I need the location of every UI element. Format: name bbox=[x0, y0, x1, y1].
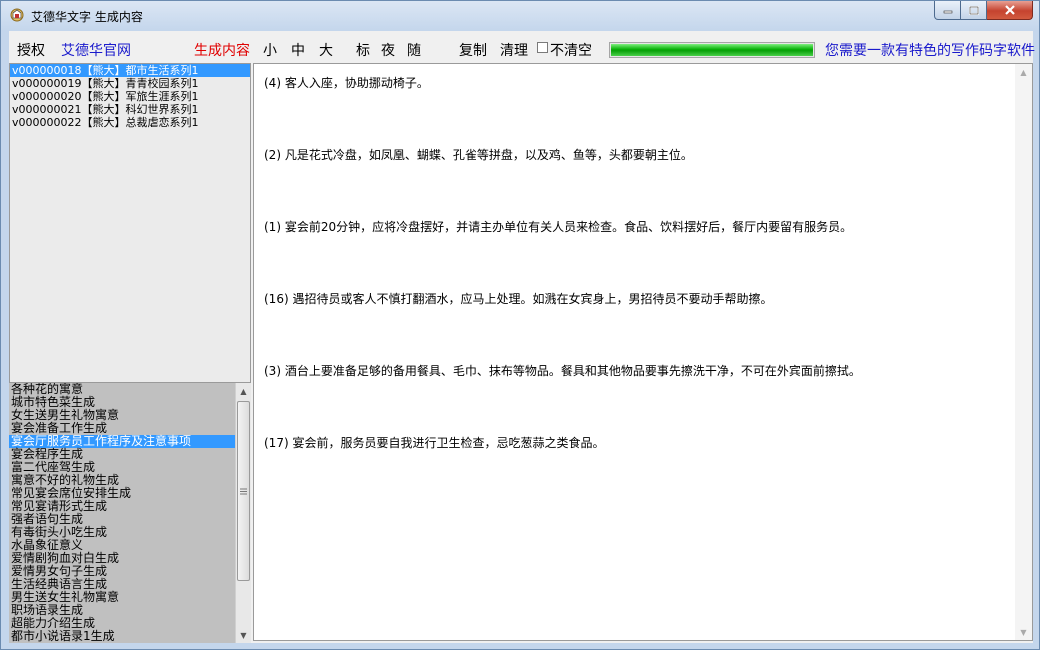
topic-item[interactable]: 都市小说语录1生成 bbox=[9, 630, 235, 643]
series-item[interactable]: v000000020【熊大】军旅生涯系列1 bbox=[10, 90, 250, 103]
slogan-link[interactable]: 您需要一款有特色的写作码字软件 bbox=[825, 40, 1035, 60]
content-scroll-up-icon[interactable]: ▲ bbox=[1015, 64, 1032, 80]
clear-button[interactable]: 清理 bbox=[500, 40, 528, 60]
title-bar[interactable]: 艾德华文字 生成内容 bbox=[1, 1, 1039, 29]
progress-fill bbox=[611, 44, 813, 56]
series-item[interactable]: v000000021【熊大】科幻世界系列1 bbox=[10, 103, 250, 116]
content-paragraph: (17) 宴会前，服务员要自我进行卫生检查，忌吃葱蒜之类食品。 bbox=[264, 436, 605, 450]
maximize-icon bbox=[968, 5, 979, 15]
maximize-button[interactable] bbox=[961, 1, 987, 20]
content-paragraph: (3) 酒台上要准备足够的备用餐具、毛巾、抹布等物品。餐具和其他物品要事先擦洗干… bbox=[264, 364, 861, 378]
content-paragraph: (2) 凡是花式冷盘，如凤凰、蝴蝶、孔雀等拼盘，以及鸡、鱼等，头都要朝主位。 bbox=[264, 148, 693, 162]
scroll-down-icon[interactable]: ▼ bbox=[236, 627, 251, 643]
content-scroll-down-icon[interactable]: ▼ bbox=[1015, 624, 1032, 640]
no-clear-label[interactable]: 不清空 bbox=[550, 40, 592, 60]
copy-button[interactable]: 复制 bbox=[459, 40, 487, 60]
series-item[interactable]: v000000018【熊大】都市生活系列1 bbox=[10, 64, 250, 77]
no-clear-checkbox[interactable] bbox=[537, 42, 548, 53]
series-item[interactable]: v000000019【熊大】青青校园系列1 bbox=[10, 77, 250, 90]
series-list[interactable]: v000000018【熊大】都市生活系列1 v000000019【熊大】青青校园系… bbox=[9, 63, 251, 383]
scroll-thumb[interactable] bbox=[237, 401, 250, 581]
toolbar: 授权 艾德华官网 生成内容 小 中 大 标 夜 随 复制 清理 不清空 您需要一… bbox=[9, 31, 1035, 63]
topic-scrollbar[interactable]: ▲ ▼ bbox=[235, 383, 251, 643]
size-small-button[interactable]: 小 bbox=[263, 40, 277, 60]
window-title: 艾德华文字 生成内容 bbox=[31, 10, 143, 24]
close-button[interactable] bbox=[987, 1, 1033, 20]
client-area: 授权 艾德华官网 生成内容 小 中 大 标 夜 随 复制 清理 不清空 您需要一… bbox=[9, 31, 1035, 643]
content-area[interactable]: (4) 客人入座，协助挪动椅子。 (2) 凡是花式冷盘，如凤凰、蝴蝶、孔雀等拼盘，… bbox=[253, 63, 1033, 641]
mode-night-button[interactable]: 夜 bbox=[381, 40, 395, 60]
scroll-up-icon[interactable]: ▲ bbox=[236, 383, 251, 399]
grip-icon bbox=[240, 488, 247, 494]
mode-random-button[interactable]: 随 bbox=[407, 40, 421, 60]
content-scrollbar[interactable]: ▲ ▼ bbox=[1015, 64, 1032, 640]
generate-button[interactable]: 生成内容 bbox=[194, 40, 250, 60]
content-paragraph: (4) 客人入座，协助挪动椅子。 bbox=[264, 76, 429, 90]
minimize-button[interactable] bbox=[934, 1, 961, 20]
authorize-button[interactable]: 授权 bbox=[17, 40, 45, 60]
mode-standard-button[interactable]: 标 bbox=[356, 40, 370, 60]
topic-panel: 各种花的寓意 城市特色菜生成 女生送男生礼物寓意 宴会准备工作生成 宴会厅服务员工作程序… bbox=[9, 383, 251, 643]
main-window: 艾德华文字 生成内容 授权 艾德华官网 生成内容 小 中 大 标 夜 随 复制 … bbox=[0, 0, 1040, 650]
size-medium-button[interactable]: 中 bbox=[291, 40, 305, 60]
close-icon bbox=[1004, 5, 1015, 15]
topic-list[interactable]: 各种花的寓意 城市特色菜生成 女生送男生礼物寓意 宴会准备工作生成 宴会厅服务员工作程序… bbox=[9, 383, 235, 643]
content-paragraph: (1) 宴会前20分钟，应将冷盘摆好，并请主办单位有关人员来检查。食品、饮料摆好… bbox=[264, 220, 853, 234]
minimize-icon bbox=[943, 10, 952, 14]
series-item[interactable]: v000000022【熊大】总裁虐恋系列1 bbox=[10, 116, 250, 129]
size-large-button[interactable]: 大 bbox=[319, 40, 333, 60]
app-icon bbox=[10, 8, 24, 22]
content-paragraph: (16) 遇招待员或客人不慎打翻酒水，应马上处理。如溅在女宾身上，男招待员不要动… bbox=[264, 292, 773, 306]
website-link[interactable]: 艾德华官网 bbox=[61, 40, 131, 60]
progress-bar bbox=[609, 42, 815, 58]
